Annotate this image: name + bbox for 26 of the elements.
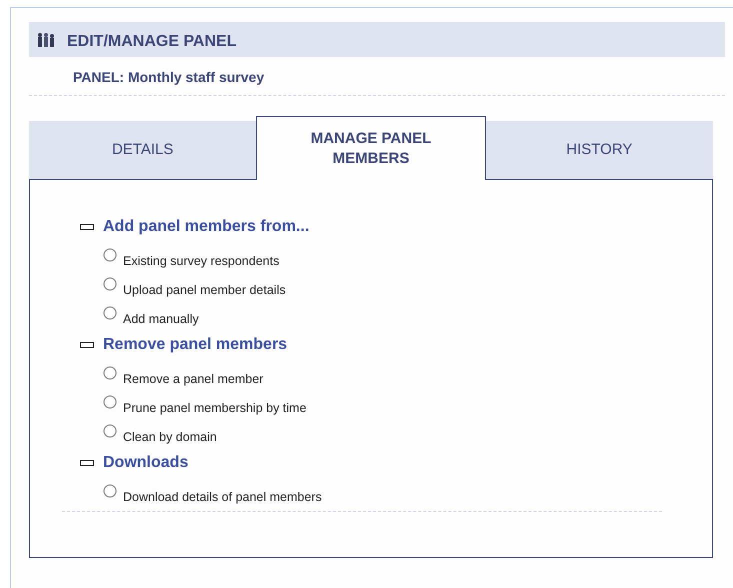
option-label: Remove a panel member bbox=[123, 372, 264, 386]
people-icon bbox=[37, 32, 55, 48]
option-label: Existing survey respondents bbox=[123, 254, 280, 268]
panel-name: PANEL: Monthly staff survey bbox=[73, 69, 264, 85]
radio-button[interactable] bbox=[103, 484, 117, 498]
group-heading[interactable]: Downloads bbox=[103, 454, 188, 472]
option-label: Add manually bbox=[123, 312, 199, 326]
option-label: Clean by domain bbox=[123, 430, 217, 444]
page-title: EDIT/MANAGE PANEL bbox=[67, 32, 236, 50]
radio-button[interactable] bbox=[103, 306, 117, 320]
tab[interactable]: HISTORY bbox=[486, 121, 713, 179]
group-heading[interactable]: Remove panel members bbox=[103, 336, 288, 354]
option-label: Prune panel membership by time bbox=[123, 401, 306, 415]
minus-icon[interactable] bbox=[80, 460, 94, 466]
minus-icon[interactable] bbox=[80, 342, 94, 348]
radio-button[interactable] bbox=[103, 366, 117, 380]
tab[interactable]: MANAGE PANEL MEMBERS bbox=[256, 116, 486, 180]
radio-button[interactable] bbox=[103, 248, 117, 262]
minus-icon[interactable] bbox=[80, 224, 94, 230]
group-heading[interactable]: Add panel members from... bbox=[103, 218, 310, 236]
option-label: Download details of panel members bbox=[123, 490, 322, 504]
radio-button[interactable] bbox=[103, 424, 117, 438]
radio-button[interactable] bbox=[103, 395, 117, 409]
tab[interactable]: DETAILS bbox=[29, 121, 256, 179]
radio-button[interactable] bbox=[103, 277, 117, 291]
option-label: Upload panel member details bbox=[123, 283, 286, 297]
